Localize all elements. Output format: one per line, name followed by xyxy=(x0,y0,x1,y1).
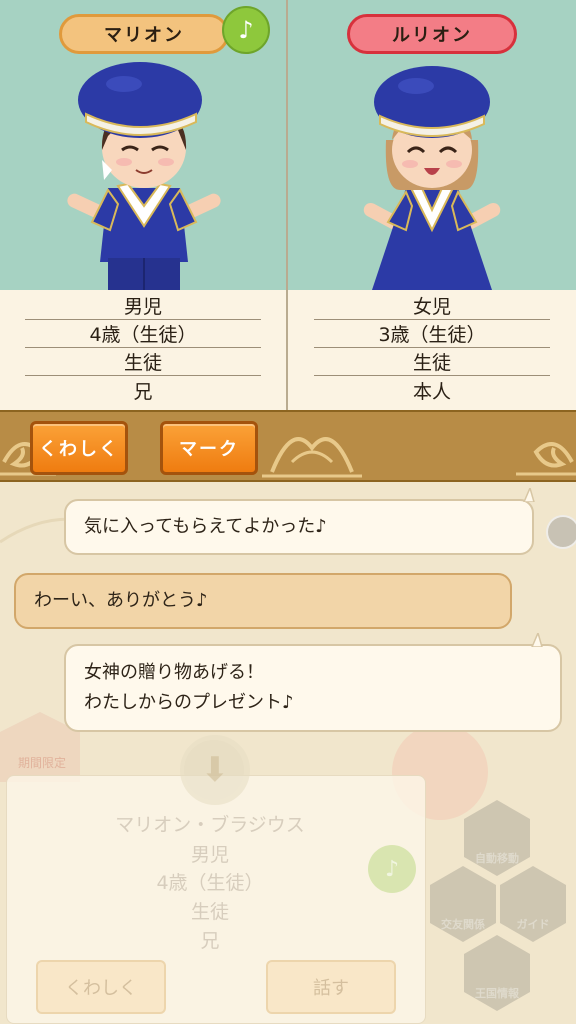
bubble-tail-1 xyxy=(523,488,535,502)
left-gender: 男児 xyxy=(25,292,261,320)
right-character-name: ルリオン xyxy=(392,25,472,46)
right-gender: 女児 xyxy=(314,292,550,320)
right-character-column: ルリオン 女児 3歳（生徒） 生徒 本人 xyxy=(288,0,576,410)
right-character-name-tag[interactable]: ルリオン xyxy=(347,14,517,54)
right-age: 3歳（生徒） xyxy=(314,320,550,348)
left-character-stage: マリオン ♪ xyxy=(0,0,286,290)
action-bar: くわしく マーク xyxy=(0,410,576,482)
right-relation: 本人 xyxy=(412,380,451,403)
left-character-info: 男児 4歳（生徒） 生徒 兄 xyxy=(0,290,286,410)
bg-relation: 兄 xyxy=(200,930,220,952)
chat-message-1: 気に入ってもらえてよかった♪ xyxy=(64,499,534,555)
left-character-name: マリオン xyxy=(104,25,184,46)
touch-hand-icon[interactable] xyxy=(546,515,576,549)
bubble-tail-3 xyxy=(531,633,543,647)
chat-message-3-line-1: 女神の贈り物あげる！ xyxy=(84,662,264,683)
left-character-column: マリオン ♪ 男児 4歳（生徒） 生徒 兄 xyxy=(0,0,288,410)
left-character-name-tag[interactable]: マリオン xyxy=(59,14,229,54)
right-occupation: 生徒 xyxy=(314,348,550,376)
left-age: 4歳（生徒） xyxy=(25,320,261,348)
left-occupation: 生徒 xyxy=(25,348,261,376)
bg-gender: 男児 xyxy=(190,844,229,866)
bg-details-button: くわしく xyxy=(36,960,166,1014)
bg-character-name: マリオン・ブラジウス xyxy=(115,814,305,836)
chat-message-3-line-2: わたしからのプレゼント♪ xyxy=(84,692,294,713)
bg-age: 4歳（生徒） xyxy=(156,872,264,894)
bg-music-note-icon: ♪ xyxy=(368,845,416,893)
bg-occupation: 生徒 xyxy=(190,901,229,923)
limited-time-badge: 期間限定 xyxy=(17,756,66,770)
details-button[interactable]: くわしく xyxy=(30,421,128,475)
down-arrow-icon: ⬇ xyxy=(180,735,250,805)
right-character-stage: ルリオン xyxy=(288,0,576,290)
chat-message-3: 女神の贈り物あげる！ わたしからのプレゼント♪ xyxy=(64,644,562,732)
center-ornament-decoration xyxy=(262,437,362,478)
mark-button[interactable]: マーク xyxy=(160,421,258,475)
character-compare-panel: マリオン ♪ 男児 4歳（生徒） 生徒 兄 ルリオン 女児 3歳（生徒） 生徒 … xyxy=(0,0,576,410)
left-relation: 兄 xyxy=(133,380,153,403)
right-ornament-decoration xyxy=(516,442,576,476)
chat-message-2: わーい、ありがとう♪ xyxy=(14,573,512,629)
bg-talk-button: 話す xyxy=(266,960,396,1014)
right-character-info: 女児 3歳（生徒） 生徒 本人 xyxy=(288,290,576,410)
music-note-icon[interactable]: ♪ xyxy=(222,6,270,54)
